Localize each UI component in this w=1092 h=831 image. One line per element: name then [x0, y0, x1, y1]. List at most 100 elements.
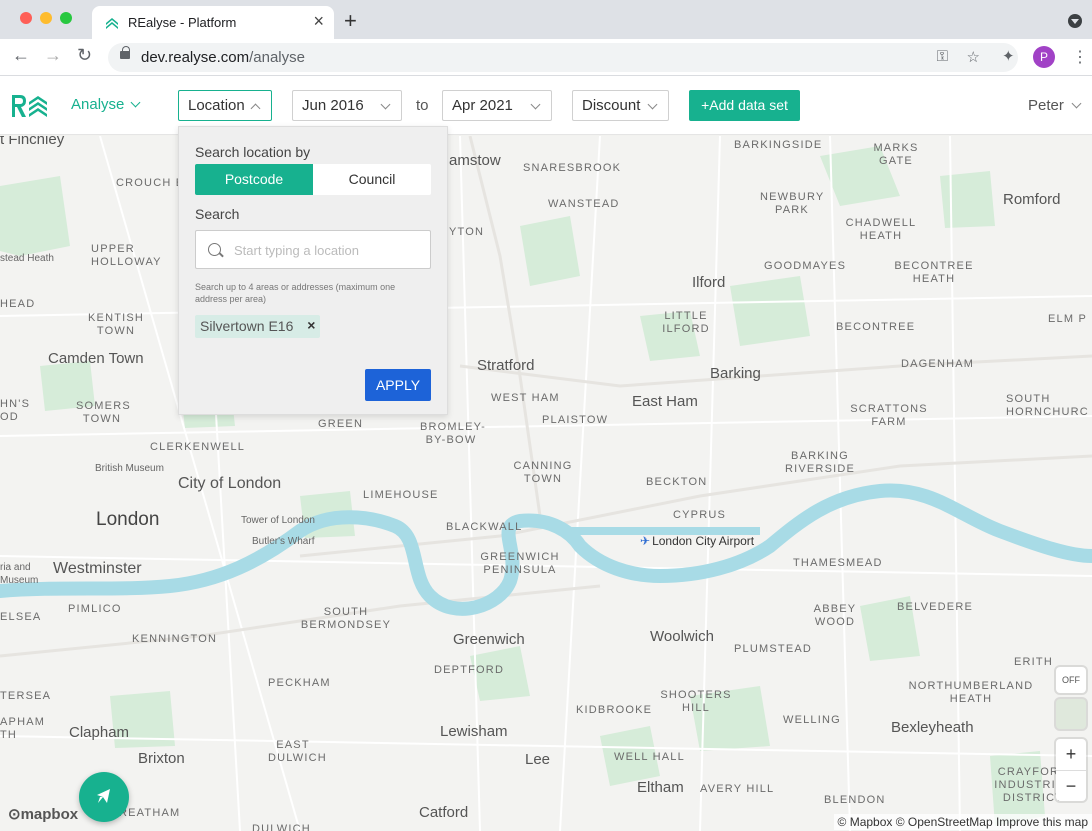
map-label: WELLING: [783, 714, 841, 726]
extensions-puzzle-icon[interactable]: ✦: [1002, 47, 1015, 65]
map-label: ABBEY WOOD: [813, 603, 857, 628]
minimize-window-button[interactable]: [40, 12, 52, 24]
map-label: DULWICH: [252, 823, 311, 831]
feedback-fab-button[interactable]: [79, 772, 129, 822]
mapbox-logo[interactable]: ⊙mapbox: [8, 805, 78, 823]
map-label: ERITH: [1014, 656, 1053, 668]
map-label: Catford: [419, 804, 469, 821]
map-label: CANNING TOWN: [513, 460, 573, 485]
map-label: WEST HAM: [491, 392, 560, 404]
map-canvas[interactable]: t Finchley CROUCH END UPPER HOLLOWAY ste…: [0, 136, 1092, 831]
maximize-window-button[interactable]: [60, 12, 72, 24]
browser-tab-bar: REalyse - Platform × +: [0, 0, 1092, 39]
map-label: Lee: [525, 751, 551, 768]
map-label: KENTISH TOWN: [88, 312, 145, 337]
tab-search-icon[interactable]: [1068, 14, 1082, 28]
map-label: Bexleyheath: [891, 719, 974, 736]
map-label: BLENDON: [824, 794, 886, 806]
zoom-out-button[interactable]: −: [1056, 770, 1086, 801]
selected-area-chip: Silvertown E16 ×: [195, 315, 321, 338]
search-icon: [208, 243, 221, 256]
realyse-logo[interactable]: [10, 93, 50, 119]
map-label: SCRATTONS FARM: [850, 403, 928, 428]
profile-avatar[interactable]: P: [1033, 46, 1055, 68]
search-hint: Search up to 4 areas or addresses (maxim…: [195, 282, 396, 304]
map-label: NORTHUMBERLAND HEATH: [908, 680, 1034, 705]
map-label: PIMLICO: [68, 603, 122, 615]
map-label: NEWBURY PARK: [760, 191, 825, 216]
chevron-up-icon: [250, 103, 261, 114]
apply-button[interactable]: APPLY: [365, 369, 431, 401]
map-label: Romford: [1003, 191, 1061, 208]
browser-toolbar: ← → ↻ dev.realyse.com/analyse ⚿ ☆ ✦ P ⋮: [0, 39, 1092, 76]
address-bar[interactable]: dev.realyse.com/analyse ⚿ ☆: [108, 43, 1018, 72]
user-menu[interactable]: Peter: [1028, 97, 1082, 114]
zoom-controls: + −: [1056, 739, 1086, 801]
zoom-in-button[interactable]: +: [1056, 739, 1086, 770]
satellite-layer-thumbnail[interactable]: [1056, 699, 1086, 729]
chevron-down-icon: [1071, 98, 1082, 109]
map-label: EAST DULWICH: [268, 739, 327, 764]
map-label: ria and Museum: [0, 562, 39, 586]
map-label: City of London: [178, 475, 282, 492]
map-label: CLERKENWELL: [150, 441, 246, 453]
add-data-set-button[interactable]: +Add data set: [689, 90, 800, 121]
map-label: HN'S OD: [0, 398, 31, 423]
map-label: Westminster: [53, 560, 142, 577]
browser-tab[interactable]: REalyse - Platform ×: [92, 6, 334, 39]
airplane-icon: ✈: [640, 534, 651, 548]
search-box: [195, 230, 431, 269]
map-label: UPPER HOLLOWAY: [91, 243, 162, 268]
map-label: TERSEA: [0, 690, 52, 702]
layer-toggle-button[interactable]: OFF: [1056, 667, 1086, 693]
map-label: Lewisham: [440, 723, 508, 740]
map-label: YTON: [449, 226, 485, 238]
metric-select[interactable]: Discount: [572, 90, 669, 121]
council-option[interactable]: Council: [313, 164, 431, 195]
chevron-down-icon: [130, 97, 141, 108]
map-label: PECKHAM: [268, 677, 331, 689]
forward-arrow-icon[interactable]: →: [44, 45, 62, 66]
map-label: Stratford: [477, 357, 535, 374]
reload-icon[interactable]: ↻: [77, 45, 92, 66]
map-label: BARKING RIVERSIDE: [784, 450, 856, 475]
map-label: PLAISTOW: [542, 414, 609, 426]
map-label: Greenwich: [453, 631, 525, 648]
map-label: MARKS GATE: [873, 142, 919, 167]
map-attribution[interactable]: © Mapbox © OpenStreetMap Improve this ma…: [833, 814, 1092, 830]
new-tab-button[interactable]: +: [344, 8, 357, 34]
map-label: BARKINGSIDE: [734, 139, 823, 151]
map-label: amstow: [449, 152, 501, 169]
map-label: SHOOTERS HILL: [660, 689, 732, 714]
map-label: AVERY HILL: [700, 783, 775, 795]
map-label: Ilford: [692, 274, 726, 291]
airport-marker[interactable]: ✈ London City Airport: [640, 534, 754, 548]
remove-area-icon[interactable]: ×: [307, 317, 315, 333]
url-text: dev.realyse.com/analyse: [141, 49, 305, 66]
map-label: BELVEDERE: [897, 601, 974, 613]
map-label: stead Heath: [0, 253, 54, 264]
start-date-select[interactable]: Jun 2016: [292, 90, 402, 121]
map-label: SNARESBROOK: [523, 162, 622, 174]
back-arrow-icon[interactable]: ←: [12, 45, 30, 66]
browser-menu-icon[interactable]: ⋮: [1072, 47, 1088, 67]
map-label: SOUTH HORNCHURC: [1006, 393, 1089, 418]
map-label: PLUMSTEAD: [734, 643, 813, 655]
map-label: BECKTON: [646, 476, 708, 488]
location-search-input[interactable]: [234, 240, 424, 260]
realyse-favicon-icon: [106, 18, 118, 29]
map-label: APHAM TH: [0, 716, 46, 741]
key-icon[interactable]: ⚿: [937, 48, 948, 65]
end-date-select[interactable]: Apr 2021: [442, 90, 552, 121]
tab-close-icon[interactable]: ×: [313, 11, 324, 32]
bookmark-star-icon[interactable]: ☆: [967, 48, 980, 66]
close-window-button[interactable]: [20, 12, 32, 24]
analyse-nav-menu[interactable]: Analyse: [71, 96, 141, 113]
map-label: ELSEA: [0, 611, 42, 623]
postcode-option[interactable]: Postcode: [195, 164, 313, 195]
map-label: Eltham: [637, 779, 684, 796]
location-dropdown[interactable]: Location: [178, 90, 272, 121]
map-label: DEPTFORD: [434, 664, 505, 676]
map-label: LITTLE ILFORD: [662, 310, 710, 335]
map-label: East Ham: [632, 393, 698, 410]
